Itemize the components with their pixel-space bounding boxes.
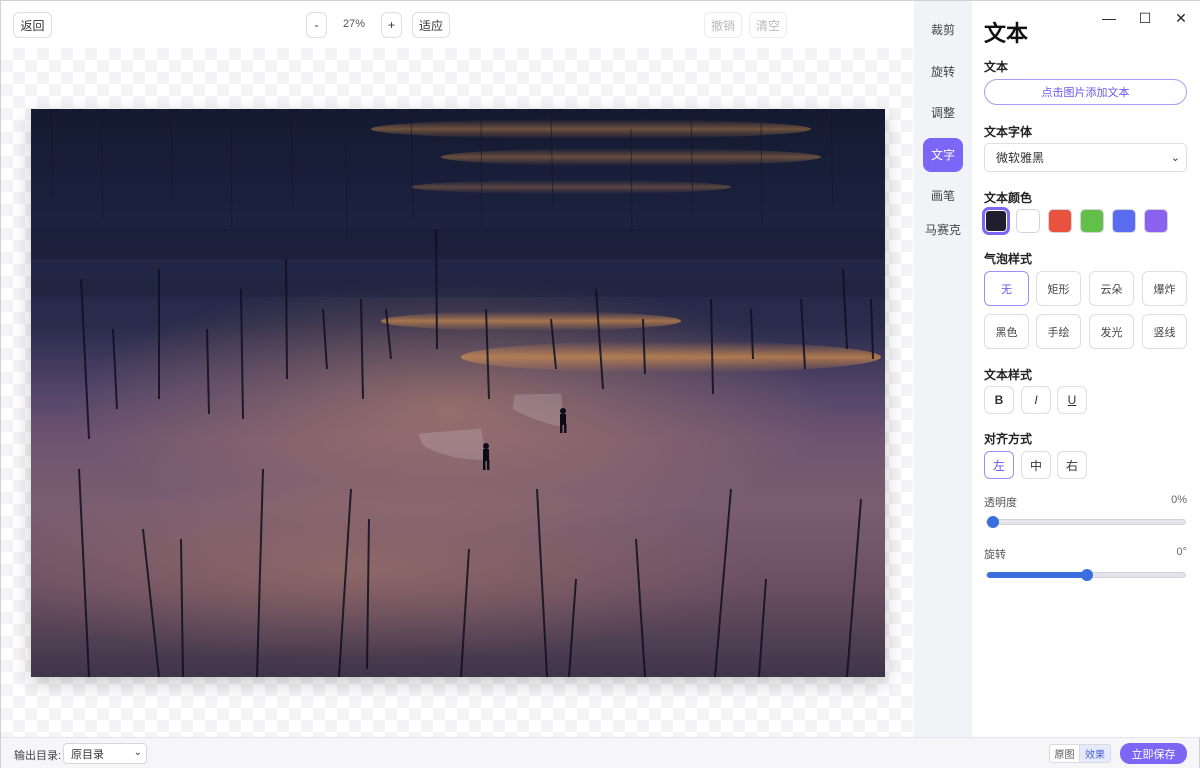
photo-artwork: [31, 109, 885, 677]
rotation-value: 0°: [1176, 546, 1187, 558]
opacity-slider[interactable]: [986, 516, 1186, 528]
tool-mosaic[interactable]: 马赛克: [923, 223, 963, 238]
chevron-down-icon: ⌄: [1170, 152, 1180, 164]
top-toolbar: 返回 - 27% + 适应 撤销 清空: [1, 1, 914, 48]
zoom-out-button[interactable]: -: [306, 12, 327, 38]
bold-button[interactable]: B: [984, 386, 1014, 414]
underline-button[interactable]: U: [1057, 386, 1087, 414]
image-editor-window: 返回 - 27% + 适应 撤销 清空 裁剪 旋转 调整 文字 画笔 马赛克 —…: [0, 0, 1200, 768]
close-icon[interactable]: ✕: [1171, 9, 1191, 27]
font-select[interactable]: 微软雅黑 ⌄: [984, 143, 1187, 172]
bubble-none[interactable]: 无: [984, 271, 1029, 306]
color-swatch[interactable]: [1112, 209, 1136, 233]
zoom-level: 27%: [342, 18, 366, 30]
opacity-slider-handle[interactable]: [987, 516, 999, 528]
align-center-button[interactable]: 中: [1021, 451, 1051, 479]
font-section-title: 文本字体: [984, 125, 1033, 139]
tool-text[interactable]: 文字: [923, 138, 963, 172]
rotation-label: 旋转: [984, 549, 1006, 561]
tool-sidebar: 裁剪 旋转 调整 文字 画笔 马赛克: [914, 1, 972, 737]
bubble-explosion[interactable]: 爆炸: [1142, 271, 1187, 306]
maximize-icon[interactable]: ☐: [1135, 9, 1155, 27]
output-dir-value: 原目录: [71, 748, 104, 761]
view-original-toggle[interactable]: 原图: [1049, 744, 1080, 763]
tool-adjust[interactable]: 调整: [923, 106, 963, 121]
fit-button[interactable]: 适应: [412, 12, 450, 38]
color-swatch[interactable]: [1080, 209, 1104, 233]
undo-button[interactable]: 撤销: [704, 12, 742, 38]
output-dir-label: 输出目录:: [14, 750, 62, 762]
view-effect-toggle[interactable]: 效果: [1080, 744, 1111, 763]
color-swatch[interactable]: [984, 209, 1008, 233]
italic-button[interactable]: I: [1021, 386, 1051, 414]
bubble-glow[interactable]: 发光: [1089, 314, 1134, 349]
align-section-title: 对齐方式: [984, 432, 1033, 446]
status-bar: 输出目录: 原目录 ⌄ 原图 效果 立即保存: [1, 737, 1199, 768]
rotation-slider-handle[interactable]: [1081, 569, 1093, 581]
style-section-title: 文本样式: [984, 368, 1033, 382]
font-select-value: 微软雅黑: [996, 151, 1045, 165]
color-swatch[interactable]: [1144, 209, 1168, 233]
minimize-icon[interactable]: —: [1099, 9, 1119, 27]
back-button[interactable]: 返回: [13, 12, 52, 38]
color-section-title: 文本颜色: [984, 191, 1033, 205]
tool-brush[interactable]: 画笔: [923, 189, 963, 204]
opacity-label: 透明度: [984, 497, 1017, 509]
bubble-cloud[interactable]: 云朵: [1089, 271, 1134, 306]
align-right-button[interactable]: 右: [1057, 451, 1087, 479]
bubble-black[interactable]: 黑色: [984, 314, 1029, 349]
color-swatch[interactable]: [1048, 209, 1072, 233]
edited-photo[interactable]: [31, 109, 885, 677]
color-swatch[interactable]: [1016, 209, 1040, 233]
bubble-section-title: 气泡样式: [984, 252, 1033, 266]
bubble-hand-drawn[interactable]: 手绘: [1036, 314, 1081, 349]
text-section-title: 文本: [984, 60, 1009, 74]
bubble-vertical-line[interactable]: 竖线: [1142, 314, 1187, 349]
tool-crop[interactable]: 裁剪: [923, 23, 963, 38]
opacity-value: 0%: [1171, 494, 1187, 506]
rotation-slider[interactable]: [986, 569, 1186, 581]
tool-rotate[interactable]: 旋转: [923, 65, 963, 80]
add-text-button[interactable]: 点击图片添加文本: [984, 79, 1187, 105]
zoom-in-button[interactable]: +: [381, 12, 402, 38]
chevron-down-icon: ⌄: [133, 747, 142, 758]
editor-canvas[interactable]: [1, 48, 914, 737]
clear-button[interactable]: 清空: [749, 12, 787, 38]
bubble-rectangle[interactable]: 矩形: [1036, 271, 1081, 306]
rotation-slider-fill: [987, 572, 1087, 578]
save-now-button[interactable]: 立即保存: [1120, 743, 1187, 764]
output-dir-select[interactable]: 原目录 ⌄: [63, 743, 147, 764]
panel-title: 文本: [984, 21, 1029, 46]
text-settings-panel: — ☐ ✕ 文本 文本 点击图片添加文本 文本字体 微软雅黑 ⌄ 文本颜色 气泡…: [972, 1, 1200, 737]
align-left-button[interactable]: 左: [984, 451, 1014, 479]
